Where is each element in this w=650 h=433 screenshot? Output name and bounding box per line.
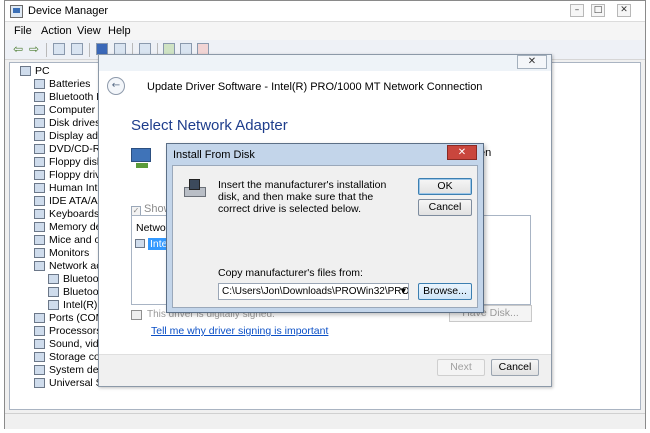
signed-driver-icon — [131, 310, 142, 320]
tree-item-label: Bluetoo — [63, 273, 99, 285]
tree-item-label: System dev — [49, 364, 104, 376]
device-manager-icon — [10, 5, 23, 18]
menu-view[interactable]: View — [77, 25, 101, 37]
tree-item-label: Disk drives — [49, 117, 101, 129]
device-category-icon — [34, 144, 45, 154]
tree-item-label: Bluetoo — [63, 286, 99, 298]
device-category-icon — [34, 131, 45, 141]
tree-item-label: Network ac — [49, 260, 102, 272]
next-button[interactable]: Next — [437, 359, 485, 376]
device-category-icon — [34, 92, 45, 102]
forward-arrow-icon[interactable]: ⇨ — [29, 42, 39, 56]
tree-item[interactable]: ◢PC — [20, 65, 110, 78]
copy-from-label: Copy manufacturer's files from: — [218, 267, 363, 279]
tree-item-label: Intel(R) — [63, 299, 98, 311]
cancel-button[interactable]: Cancel — [418, 199, 472, 216]
title-bar: Device Manager – □ ✕ — [5, 1, 645, 22]
path-combobox[interactable]: C:\Users\Jon\Downloads\PROWin32\PRO1000\… — [218, 283, 409, 300]
back-arrow-icon[interactable]: ← — [107, 77, 125, 95]
device-category-icon — [34, 352, 45, 362]
page-heading: Select Network Adapter — [131, 117, 288, 134]
tree-item-label: Memory de — [49, 221, 102, 233]
tree-item-label: PC — [35, 65, 50, 77]
device-category-icon — [34, 79, 45, 89]
tree-item-label: Mice and o — [49, 234, 101, 246]
tree-item-label: Monitors — [49, 247, 90, 259]
wizard-title: Update Driver Software - Intel(R) PRO/10… — [147, 81, 483, 93]
tree-item-label: Ports (COM — [49, 312, 105, 324]
menu-file[interactable]: File — [14, 25, 32, 37]
toolbar-separator — [89, 43, 90, 57]
tree-item-label: Computer — [49, 104, 96, 116]
device-category-icon — [34, 339, 45, 349]
device-category-icon — [48, 287, 59, 297]
device-category-icon — [34, 313, 45, 323]
browse-button[interactable]: Browse... — [418, 283, 472, 300]
tree-item-label: IDE ATA/A — [49, 195, 98, 207]
device-category-icon — [34, 209, 45, 219]
device-category-icon — [34, 378, 45, 388]
path-value: C:\Users\Jon\Downloads\PROWin32\PRO1000\ — [222, 286, 409, 297]
device-category-icon — [34, 261, 45, 271]
toolbar-separator — [46, 43, 47, 57]
device-category-icon — [34, 222, 45, 232]
close-icon[interactable]: ✕ — [617, 4, 631, 17]
driver-signing-link[interactable]: Tell me why driver signing is important — [151, 325, 328, 337]
device-category-icon — [34, 365, 45, 375]
disk-drive-icon — [184, 179, 206, 198]
tree-item-label: Keyboards — [49, 208, 100, 220]
device-category-icon — [48, 300, 59, 310]
tree-item-label: Universal S — [49, 377, 103, 389]
device-category-icon — [34, 105, 45, 115]
tree-item-label: Bluetooth R — [49, 91, 104, 103]
dialog-message: Insert the manufacturer's installation d… — [218, 179, 387, 215]
window-title: Device Manager — [28, 5, 109, 17]
device-category-icon — [34, 170, 45, 180]
device-category-icon — [34, 248, 45, 258]
tree-item-label: DVD/CD-R — [49, 143, 101, 155]
properties-icon[interactable] — [53, 43, 65, 55]
network-adapter-icon — [131, 148, 151, 168]
device-category-icon — [34, 235, 45, 245]
device-category-icon — [34, 196, 45, 206]
tree-item-label: Floppy disk — [49, 156, 103, 168]
chevron-down-icon[interactable]: ▼ — [401, 284, 406, 299]
tree-item-label: Floppy driv — [49, 169, 101, 181]
wizard-cancel-button[interactable]: Cancel — [491, 359, 539, 376]
wizard-close-icon[interactable]: ✕ — [517, 55, 547, 69]
device-category-icon — [34, 183, 45, 193]
menu-action[interactable]: Action — [41, 25, 72, 37]
wizard-title-bar: ✕ — [99, 55, 551, 71]
minimize-icon[interactable]: – — [570, 4, 584, 17]
tree-item-label: Batteries — [49, 78, 91, 90]
tree-item-label: Storage co — [49, 351, 100, 363]
show-hidden-icon[interactable] — [71, 43, 83, 55]
tree-item-label: Display ada — [49, 130, 104, 142]
close-icon[interactable]: ✕ — [447, 145, 477, 160]
install-from-disk-dialog: Install From Disk ✕ Insert the manufactu… — [166, 143, 484, 313]
device-category-icon — [48, 274, 59, 284]
dialog-title: Install From Disk — [173, 149, 255, 161]
menu-help[interactable]: Help — [108, 25, 131, 37]
tree-item-label: Sound, vide — [49, 338, 105, 350]
device-category-icon — [34, 118, 45, 128]
device-category-icon — [20, 66, 31, 76]
maximize-icon[interactable]: □ — [591, 4, 605, 17]
dialog-body: Insert the manufacturer's installation d… — [172, 165, 478, 308]
back-arrow-icon[interactable]: ⇦ — [13, 42, 23, 56]
tree-item-label: Human Int — [49, 182, 98, 194]
device-category-icon — [34, 326, 45, 336]
adapter-icon — [135, 239, 145, 248]
menu-bar: File Action View Help — [5, 22, 645, 40]
status-bar — [5, 413, 645, 429]
device-category-icon — [34, 157, 45, 167]
tree-item-label: Processors — [49, 325, 102, 337]
ok-button[interactable]: OK — [418, 178, 472, 195]
